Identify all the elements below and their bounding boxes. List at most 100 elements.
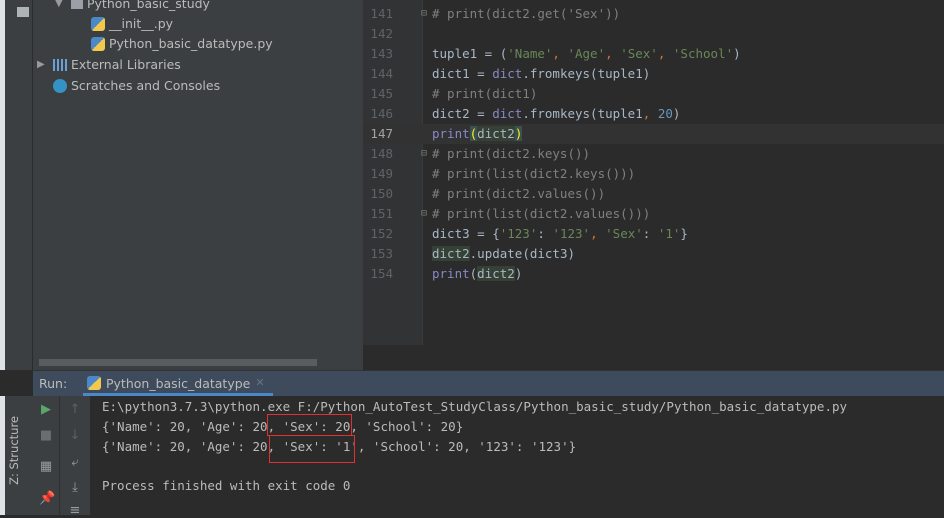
stop-icon[interactable]: ■ — [39, 429, 53, 443]
code-editor[interactable]: 141 ⊟ # print(dict2.get('Sex')) 142 143 tuple… — [363, 0, 944, 345]
code-token: dict2 — [432, 246, 470, 261]
code-text: # print(dict1) — [432, 84, 537, 104]
code-token: , — [642, 106, 658, 121]
tree-external-libraries[interactable]: ▶ External Libraries — [37, 55, 181, 75]
scroll-to-end-icon[interactable]: ⤓ — [68, 481, 82, 495]
code-line[interactable]: 145 # print(dict1) — [363, 84, 944, 104]
fold-icon[interactable]: ⊟ — [421, 144, 427, 164]
soft-wrap-icon[interactable]: ⤶ — [68, 456, 82, 470]
python-icon — [87, 376, 101, 390]
external-libraries-label: External Libraries — [71, 57, 181, 72]
code-token: , — [590, 226, 606, 241]
project-panel: ▼ Python_basic_study __init__.py Python_b… — [33, 0, 363, 370]
code-line[interactable]: 148 ⊟ # print(dict2.keys()) — [363, 144, 944, 164]
down-arrow-icon[interactable]: ↓ — [68, 429, 82, 443]
python-file-icon — [91, 17, 105, 31]
line-number: 154 — [370, 266, 393, 281]
code-line[interactable]: 143 tuple1 = ('Name', 'Age', 'Sex', 'Scho… — [363, 44, 944, 64]
code-token: , — [552, 46, 568, 61]
code-token: tuple1 = ( — [432, 46, 508, 61]
code-text: # print(dict2.get('Sex')) — [432, 4, 620, 24]
code-token: dict3 = { — [432, 226, 500, 241]
folder-label: Python_basic_study — [87, 0, 210, 11]
code-text: # print(dict2.values()) — [432, 184, 605, 204]
code-line[interactable]: 146 dict2 = dict.fromkeys(tuple1, 20) — [363, 104, 944, 124]
console-line: E:\python3.7.3\python.exe F:/Python_Auto… — [102, 399, 848, 414]
code-token: dict2 = — [432, 106, 493, 121]
code-text: # print(dict2.keys()) — [432, 144, 590, 164]
code-token: # print(list(dict2.values())) — [432, 206, 651, 221]
tree-folder[interactable]: ▼ Python_basic_study — [55, 0, 210, 14]
tree-file[interactable]: Python_basic_datatype.py — [91, 34, 273, 54]
line-number: 149 — [370, 166, 393, 181]
code-text: tuple1 = ('Name', 'Age', 'Sex', 'School'… — [432, 44, 741, 64]
code-line[interactable]: 152 dict3 = {'123': '123', 'Sex': '1'} — [363, 224, 944, 244]
code-token: 'School' — [672, 46, 734, 61]
code-text: print(dict2) — [432, 264, 522, 284]
code-token: # print(dict1) — [432, 86, 538, 101]
code-token: ) — [672, 106, 681, 121]
code-token: : — [642, 226, 658, 241]
code-token: 'Sex' — [620, 46, 658, 61]
code-token: 'Age' — [567, 46, 606, 61]
expand-arrow-icon[interactable]: ▶ — [37, 55, 49, 75]
line-number: 152 — [370, 226, 393, 241]
code-token: # print(dict2.values()) — [432, 186, 606, 201]
code-token: } — [680, 226, 688, 241]
line-number: 141 — [370, 6, 393, 21]
run-icon[interactable]: ▶ — [39, 403, 53, 417]
code-token: , — [605, 46, 621, 61]
line-number: 146 — [370, 106, 393, 121]
run-tab[interactable]: Python_basic_datatype ✕ — [83, 371, 273, 396]
code-line[interactable]: 151 ⊟ # print(list(dict2.values())) — [363, 204, 944, 224]
code-token: # print(dict2.get('Sex')) — [432, 6, 621, 21]
expand-arrow-icon[interactable]: ▼ — [55, 0, 67, 14]
tree-file[interactable]: __init__.py — [91, 14, 173, 34]
code-token: .fromkeys(tuple1) — [522, 66, 651, 81]
line-number: 147 — [370, 126, 393, 141]
file-label: __init__.py — [109, 16, 174, 31]
code-text: # print(list(dict2.keys())) — [432, 164, 635, 184]
up-arrow-icon[interactable]: ↑ — [68, 403, 82, 417]
code-token: ) — [514, 266, 523, 281]
console-toolbar: ↑ ↓ ⤶ ⤓ ≡ — [60, 396, 90, 518]
run-tab-label: Python_basic_datatype — [106, 376, 251, 391]
code-token: , — [657, 46, 673, 61]
tree-scratches[interactable]: Scratches and Consoles — [53, 76, 220, 96]
code-line[interactable]: 154 print(dict2) — [363, 264, 944, 284]
horizontal-scrollbar[interactable] — [39, 359, 317, 366]
console-output[interactable]: E:\python3.7.3\python.exe F:/Python_Auto… — [90, 396, 944, 515]
code-token: print — [432, 126, 470, 141]
pin-icon[interactable]: 📌 — [39, 492, 55, 506]
code-line[interactable]: 142 — [363, 24, 944, 44]
code-line[interactable]: 144 dict1 = dict.fromkeys(tuple1) — [363, 64, 944, 84]
code-line[interactable]: 150 # print(dict2.values()) — [363, 184, 944, 204]
print-icon[interactable]: ≡ — [68, 504, 82, 518]
code-line[interactable]: 153 dict2.update(dict3) — [363, 244, 944, 264]
code-line[interactable]: 147 print(dict2) — [363, 124, 944, 144]
code-token: dict2 — [477, 126, 515, 141]
code-token: '123' — [499, 226, 538, 241]
structure-tool-tab[interactable]: Z: Structure — [0, 396, 33, 515]
code-token: ) — [514, 126, 523, 141]
fold-icon[interactable]: ⊟ — [421, 4, 427, 24]
line-number: 148 — [370, 146, 393, 161]
code-text: dict2 = dict.fromkeys(tuple1, 20) — [432, 104, 680, 124]
scratches-icon — [53, 79, 67, 93]
code-line[interactable]: 149 # print(list(dict2.keys())) — [363, 164, 944, 184]
code-token: print — [432, 266, 470, 281]
code-token: : — [537, 226, 553, 241]
line-number: 153 — [370, 246, 393, 261]
code-token: dict — [492, 106, 523, 121]
close-icon[interactable]: ✕ — [255, 376, 264, 389]
line-number: 142 — [370, 26, 393, 41]
line-number: 143 — [370, 46, 393, 61]
project-folder-icon[interactable] — [17, 7, 29, 17]
code-token: .update(dict3) — [469, 246, 575, 261]
line-number: 150 — [370, 186, 393, 201]
fold-icon[interactable]: ⊟ — [421, 204, 427, 224]
code-line[interactable]: 141 ⊟ # print(dict2.get('Sex')) — [363, 4, 944, 24]
code-token: 20 — [657, 106, 673, 121]
code-text: # print(list(dict2.values())) — [432, 204, 650, 224]
layout-icon[interactable]: ▦ — [39, 460, 53, 474]
